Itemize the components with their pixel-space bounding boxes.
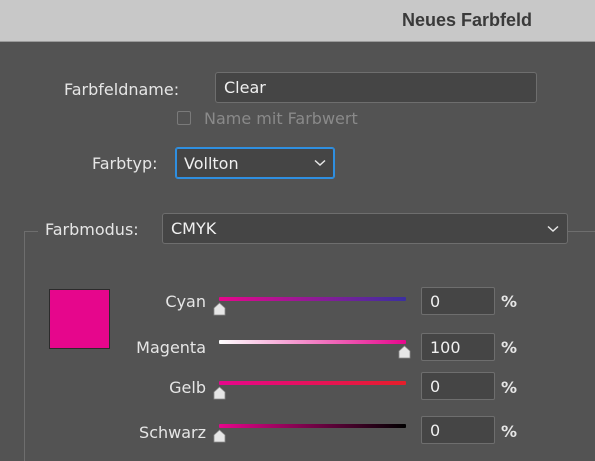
- chevron-down-icon: [547, 225, 559, 232]
- cyan-slider-track[interactable]: [219, 297, 406, 301]
- black-value-input[interactable]: 0: [421, 416, 495, 444]
- magenta-slider-track[interactable]: [219, 340, 406, 344]
- black-unit: %: [501, 422, 518, 441]
- color-type-label: Farbtyp:: [92, 154, 158, 173]
- group-border: [24, 231, 38, 232]
- group-border: [568, 231, 595, 232]
- color-mode-value: CMYK: [171, 219, 217, 238]
- yellow-value: 0: [430, 376, 441, 396]
- color-mode-label: Farbmodus:: [45, 220, 139, 239]
- slider-thumb-icon[interactable]: [213, 302, 226, 316]
- yellow-unit: %: [501, 378, 518, 397]
- group-border: [24, 231, 25, 461]
- slider-thumb-icon[interactable]: [213, 386, 226, 400]
- chevron-down-icon: [314, 159, 326, 167]
- magenta-label: Magenta: [136, 338, 206, 357]
- yellow-value-input[interactable]: 0: [421, 372, 495, 400]
- slider-thumb-icon[interactable]: [213, 429, 226, 443]
- magenta-value-input[interactable]: 100: [421, 333, 495, 361]
- swatch-name-label: Farbfeldname:: [64, 80, 180, 99]
- dialog-title: Neues Farbfeld: [401, 10, 532, 30]
- yellow-label: Gelb: [169, 378, 206, 397]
- color-type-dropdown[interactable]: Vollton: [175, 147, 335, 179]
- black-slider-track[interactable]: [219, 424, 406, 428]
- black-label: Schwarz: [139, 423, 206, 442]
- magenta-unit: %: [501, 338, 518, 357]
- cyan-unit: %: [501, 292, 518, 311]
- name-with-value-label: Name mit Farbwert: [204, 109, 358, 128]
- color-preview-swatch: [49, 289, 110, 349]
- dialog-titlebar: Neues Farbfeld: [0, 0, 595, 42]
- swatch-name-input[interactable]: Clear: [215, 72, 537, 103]
- black-value: 0: [430, 420, 441, 440]
- swatch-name-value: Clear: [224, 78, 266, 97]
- cyan-value-input[interactable]: 0: [421, 287, 495, 315]
- color-mode-dropdown[interactable]: CMYK: [162, 213, 568, 244]
- cyan-label: Cyan: [165, 292, 206, 311]
- magenta-value: 100: [430, 337, 461, 357]
- yellow-slider-track[interactable]: [219, 381, 406, 385]
- slider-thumb-icon[interactable]: [398, 345, 411, 359]
- cyan-value: 0: [430, 291, 441, 311]
- name-with-value-checkbox[interactable]: [177, 111, 191, 125]
- color-type-value: Vollton: [184, 153, 239, 173]
